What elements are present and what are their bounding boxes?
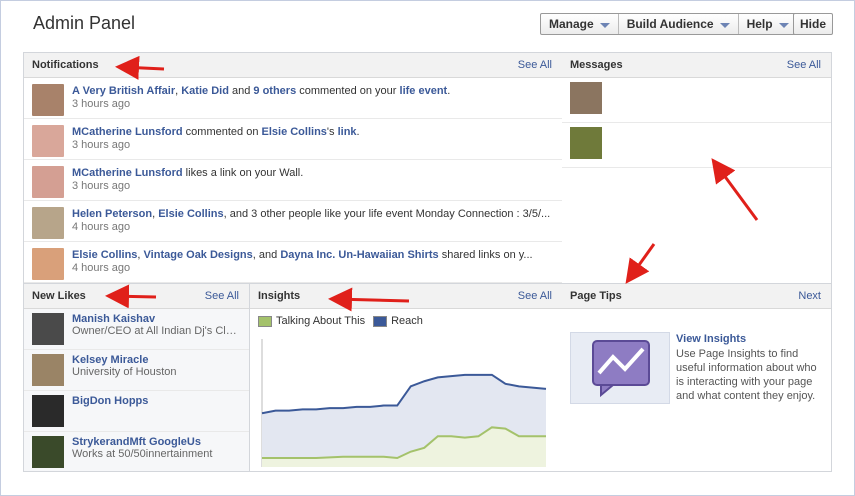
admin-panel-frame: Admin Panel Manage Build Audience Help H… <box>0 0 855 496</box>
arrow-page-tips <box>625 243 656 284</box>
arrow-notifications <box>115 55 165 80</box>
arrow-new-likes <box>105 284 157 309</box>
annotation-arrows <box>105 55 759 312</box>
arrow-messages <box>711 158 759 221</box>
arrow-insights <box>328 287 410 312</box>
